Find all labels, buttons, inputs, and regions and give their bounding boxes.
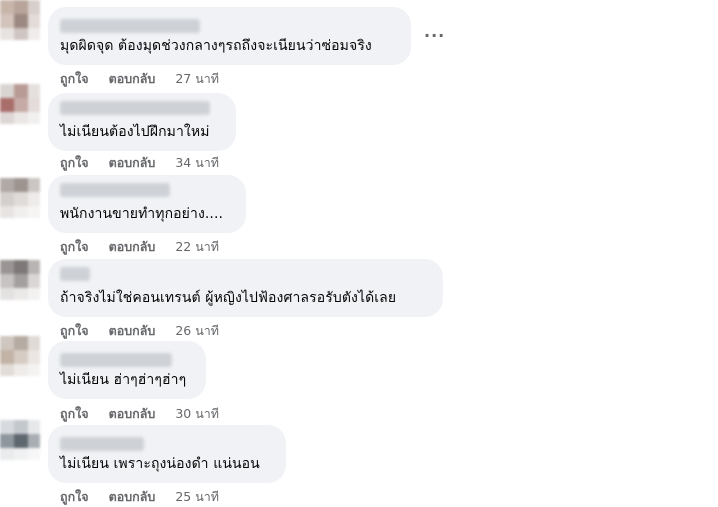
avatar[interactable] xyxy=(0,336,40,376)
comment-bubble: ไม่เนียนต้องไปฝึกมาใหม่ xyxy=(48,93,236,151)
comment-text: ถ้าจริงไม่ใช่คอนเทรนต์ ผู้หญิงไปฟ้องศาลร… xyxy=(60,290,397,306)
commenter-name[interactable] xyxy=(60,437,144,451)
commenter-name[interactable] xyxy=(60,353,172,367)
reply-button[interactable]: ตอบกลับ xyxy=(109,487,156,507)
avatar[interactable] xyxy=(0,420,40,460)
avatar[interactable] xyxy=(0,260,40,300)
comment: ไม่เนียนต้องไปฝึกมาใหม่ ถูกใจ ตอบกลับ 34 น… xyxy=(0,84,718,170)
commenter-name[interactable] xyxy=(60,19,200,33)
comment-text: ไม่เนียนต้องไปฝึกมาใหม่ xyxy=(60,124,210,140)
avatar[interactable] xyxy=(0,178,40,218)
timestamp[interactable]: 25 นาที xyxy=(175,487,219,507)
comment: พนักงานขายทำทุกอย่าง.... ถูกใจ ตอบกลับ 22 … xyxy=(0,168,718,254)
commenter-name[interactable] xyxy=(60,101,210,115)
comment-text: พนักงานขายทำทุกอย่าง.... xyxy=(60,206,224,222)
comment-actions: ถูกใจ ตอบกลับ 25 นาที xyxy=(60,487,219,507)
comment-bubble: พนักงานขายทำทุกอย่าง.... xyxy=(48,175,246,233)
comment-text: ไม่เนียน ฮ่าๆฮ่าๆฮ่าๆ xyxy=(60,372,187,388)
comment-bubble: มุดผิดจุด ต้องมุดช่วงกลางๆรถถึงจะเนียนว่… xyxy=(48,7,411,65)
comment: มุดผิดจุด ต้องมุดช่วงกลางๆรถถึงจะเนียนว่… xyxy=(0,0,718,86)
comment: ถ้าจริงไม่ใช่คอนเทรนต์ ผู้หญิงไปฟ้องศาลร… xyxy=(0,252,718,338)
comment-text: มุดผิดจุด ต้องมุดช่วงกลางๆรถถึงจะเนียนว่… xyxy=(60,38,372,54)
comment: ไม่เนียน ฮ่าๆฮ่าๆฮ่าๆ ถูกใจ ตอบกลับ 30 นาท… xyxy=(0,336,718,421)
commenter-name[interactable] xyxy=(60,267,90,281)
comment-text: ไม่เนียน เพราะถุงน่องดำ แน่นอน xyxy=(60,456,260,472)
like-button[interactable]: ถูกใจ xyxy=(60,487,89,507)
commenter-name[interactable] xyxy=(60,183,170,197)
avatar[interactable] xyxy=(0,0,40,40)
avatar[interactable] xyxy=(0,84,40,124)
comment-bubble: ไม่เนียน เพราะถุงน่องดำ แน่นอน xyxy=(48,425,286,483)
ellipsis-icon[interactable]: ··· xyxy=(424,26,445,45)
comment-bubble: ถ้าจริงไม่ใช่คอนเทรนต์ ผู้หญิงไปฟ้องศาลร… xyxy=(48,259,443,317)
comment: ไม่เนียน เพราะถุงน่องดำ แน่นอน ถูกใจ ตอบก… xyxy=(0,420,718,504)
comment-bubble: ไม่เนียน ฮ่าๆฮ่าๆฮ่าๆ xyxy=(48,341,206,399)
